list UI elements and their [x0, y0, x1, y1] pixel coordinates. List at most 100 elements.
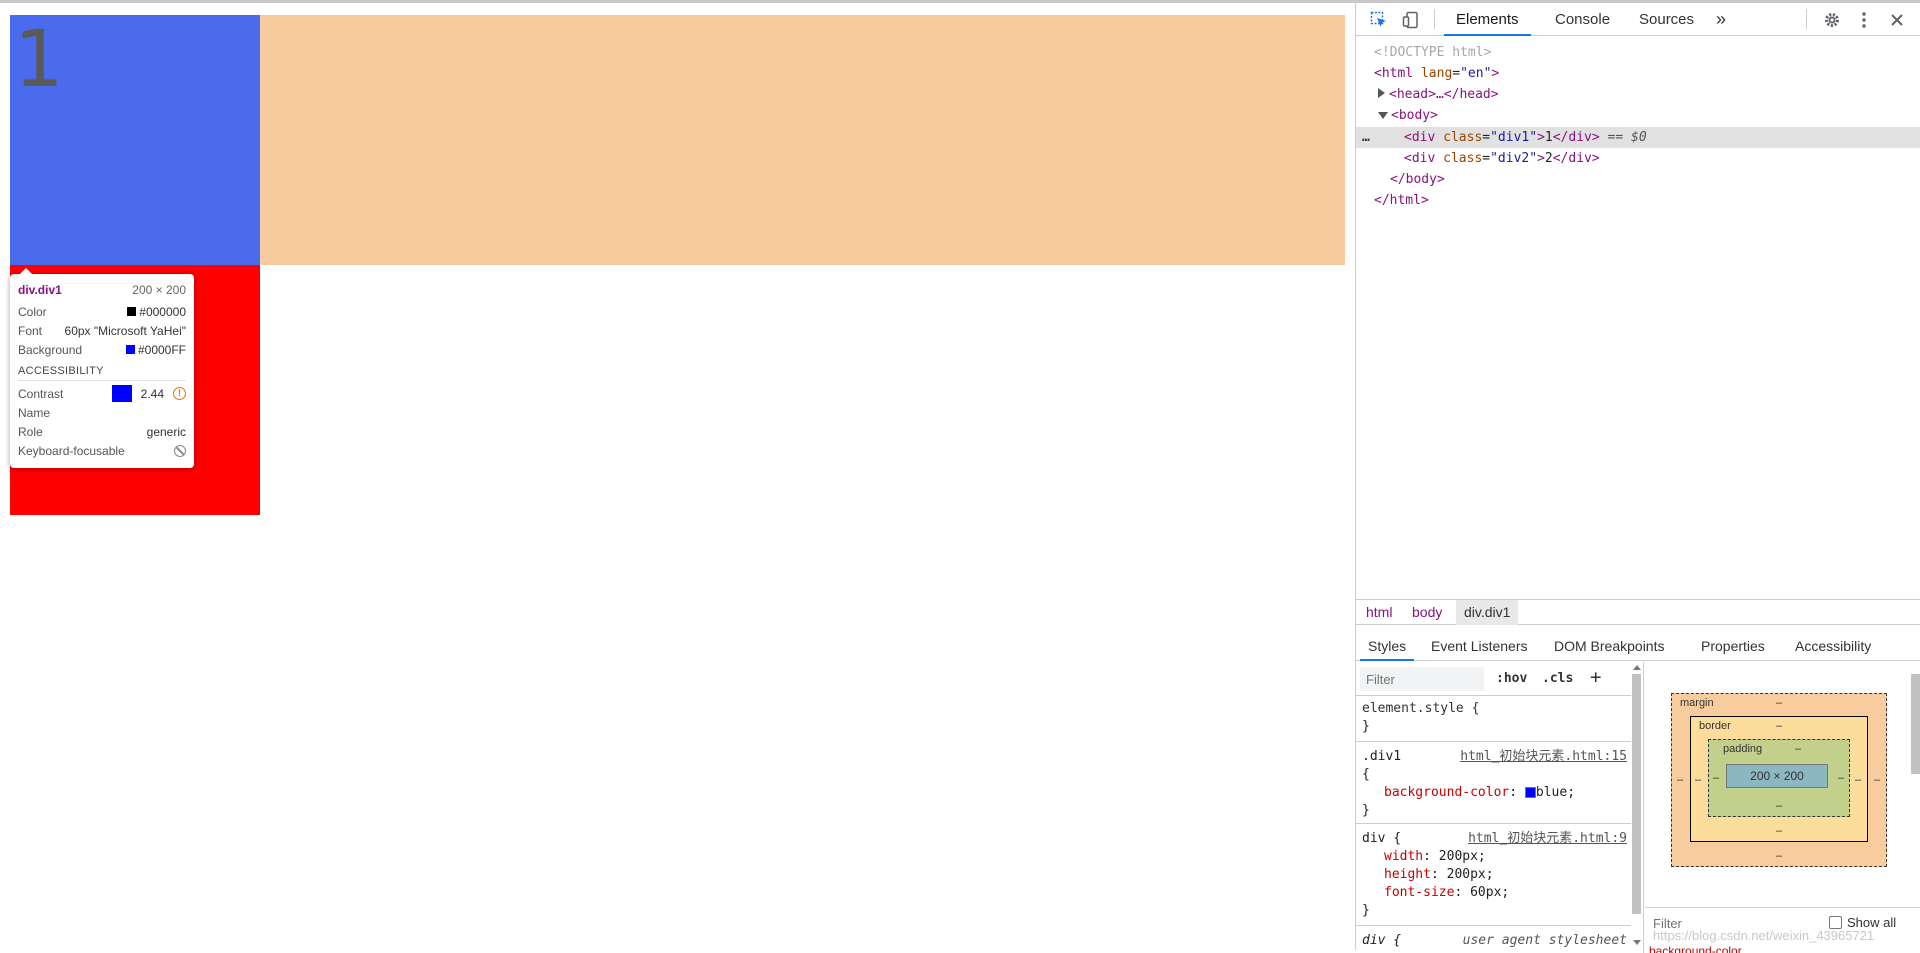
rule1-source-link[interactable]: html_初始块元素.html:15	[1460, 748, 1627, 766]
border-box[interactable]: border – – – – padding – – – – 200 × 200	[1690, 716, 1868, 842]
margin-top-value: –	[1776, 697, 1783, 709]
computed-background-color[interactable]: background-color	[1649, 944, 1742, 953]
element-style-selector: element.style {	[1362, 701, 1480, 716]
dom-body[interactable]: <body>	[1356, 105, 1920, 126]
margin-label: margin	[1680, 697, 1714, 709]
rule2-source-link[interactable]: html_初始块元素.html:9	[1468, 830, 1627, 848]
user-agent-rule[interactable]: div { user agent stylesheet	[1356, 928, 1631, 953]
inspect-element-icon[interactable]	[1368, 9, 1390, 31]
devtools-tabbar: Elements Console Sources »	[1356, 3, 1920, 36]
tab-dom-breakpoints[interactable]: DOM Breakpoints	[1546, 631, 1672, 661]
styles-scrollbar[interactable]	[1632, 674, 1641, 914]
rule1-prop-name[interactable]: background-color	[1384, 785, 1509, 800]
rule2-prop-row[interactable]: font-size: 60px;	[1362, 884, 1625, 902]
margin-box[interactable]: margin – – – – border – – – – padding – …	[1671, 693, 1887, 867]
rule1-open-brace: {	[1362, 767, 1370, 782]
tooltip-role-label: Role	[18, 424, 43, 439]
tooltip-role-value: generic	[146, 424, 186, 439]
dom-html-close[interactable]: </html>	[1356, 190, 1920, 211]
device-toolbar-icon[interactable]	[1400, 9, 1422, 31]
hov-button[interactable]: :hov	[1496, 671, 1527, 686]
border-left-value: –	[1695, 774, 1702, 786]
triangle-down-icon[interactable]	[1378, 112, 1388, 119]
kebab-menu-icon[interactable]	[1853, 9, 1875, 31]
div1-margin-highlight	[260, 15, 1345, 265]
div2-attr: class	[1443, 151, 1483, 166]
breadcrumb-html[interactable]: html	[1358, 600, 1400, 625]
dom-div2[interactable]: <div class="div2">2</div>	[1356, 148, 1920, 169]
padding-bottom-value: –	[1776, 800, 1783, 812]
div1-tag: <div	[1404, 130, 1436, 145]
rule3-source: user agent stylesheet	[1462, 933, 1627, 948]
breadcrumb-body[interactable]: body	[1404, 600, 1450, 625]
div2-attr-value: "div2"	[1490, 151, 1538, 166]
tooltip-title: div.div1	[18, 282, 62, 297]
breadcrumb: html body div.div1	[1356, 599, 1920, 625]
tab-event-listeners[interactable]: Event Listeners	[1423, 631, 1536, 661]
dom-doctype[interactable]: <!DOCTYPE html>	[1356, 42, 1920, 63]
body-close-tag: </body>	[1390, 172, 1445, 187]
div2-tag: <div	[1404, 151, 1436, 166]
rule1-close-brace: }	[1362, 803, 1370, 818]
watermark-text: https://blog.csdn.net/weixin_43965721	[1653, 928, 1875, 943]
tooltip-name-label: Name	[18, 405, 51, 420]
styles-filter-input[interactable]	[1360, 667, 1484, 691]
rule2-close-brace: }	[1362, 903, 1370, 918]
tabbar-separator	[1434, 9, 1435, 29]
tab-styles[interactable]: Styles	[1360, 631, 1415, 661]
scroll-down-icon[interactable]	[1633, 940, 1641, 945]
div1-attr-value: "div1"	[1490, 130, 1538, 145]
padding-right-value: –	[1838, 772, 1845, 784]
breadcrumb-div1[interactable]: div.div1	[1456, 600, 1519, 625]
tooltip-keyboard-label: Keyboard-focusable	[18, 443, 125, 458]
rule3-selector: div {	[1362, 933, 1402, 948]
margin-bottom-value: –	[1776, 850, 1783, 862]
rule2-prop-row[interactable]: width: 200px;	[1362, 848, 1625, 866]
div2-close-tag: </div>	[1552, 151, 1600, 166]
color-swatch-icon	[127, 307, 137, 316]
tooltip-background-label: Background	[18, 342, 83, 357]
box-model-scrollbar[interactable]	[1911, 674, 1920, 774]
dom-html[interactable]: <html lang="en">	[1356, 63, 1920, 84]
devtools-panel: Elements Console Sources » <!DOCTYPE htm…	[1355, 0, 1920, 953]
padding-label: padding	[1723, 743, 1763, 755]
border-right-value: –	[1855, 774, 1862, 786]
dom-head[interactable]: <head>…</head>	[1356, 84, 1920, 105]
rule2-prop-name: font-size	[1384, 885, 1455, 900]
tab-console[interactable]: Console	[1543, 3, 1622, 36]
margin-right-value: –	[1874, 774, 1881, 786]
padding-box[interactable]: padding – – – – 200 × 200	[1708, 739, 1850, 817]
tab-sources[interactable]: Sources	[1627, 3, 1706, 36]
tooltip-color-value: #000000	[139, 304, 186, 319]
rule1-selector: .div1	[1362, 749, 1402, 764]
gear-icon[interactable]	[1821, 9, 1843, 31]
div-type-rule[interactable]: div {html_初始块元素.html:9 width: 200px; hei…	[1356, 826, 1631, 926]
html-tag: <html	[1374, 66, 1414, 81]
more-tabs-icon[interactable]: »	[1704, 3, 1738, 36]
ellipsis-icon[interactable]: …	[1362, 127, 1370, 148]
scroll-up-icon[interactable]	[1633, 665, 1641, 670]
div1-class-rule[interactable]: .div1 html_初始块元素.html:15 { background-col…	[1356, 744, 1631, 824]
dom-body-close[interactable]: </body>	[1356, 169, 1920, 190]
tooltip-background-value: #0000FF	[137, 342, 186, 357]
content-box[interactable]: 200 × 200	[1726, 764, 1828, 788]
tab-accessibility[interactable]: Accessibility	[1787, 631, 1879, 661]
box-model-pane: margin – – – – border – – – – padding – …	[1645, 662, 1920, 953]
background-swatch-icon	[125, 345, 135, 354]
triangle-right-icon[interactable]	[1378, 88, 1385, 98]
close-icon[interactable]	[1886, 9, 1908, 31]
rule2-prop-row[interactable]: height: 200px;	[1362, 866, 1625, 884]
element-style-rule[interactable]: element.style { }	[1356, 696, 1631, 742]
rule1-prop-value[interactable]: blue;	[1536, 785, 1575, 800]
dom-div1-selected[interactable]: … <div class="div1">1</div> == $0	[1356, 127, 1920, 148]
cls-button[interactable]: .cls	[1542, 671, 1573, 686]
div1-highlight[interactable]: 1	[10, 15, 260, 265]
tab-properties[interactable]: Properties	[1693, 631, 1773, 661]
tab-elements[interactable]: Elements	[1444, 3, 1531, 36]
rule2-prop-value: 200px;	[1446, 867, 1494, 882]
dom-tree: <!DOCTYPE html> <html lang="en"> <head>……	[1356, 39, 1920, 599]
blue-swatch-icon[interactable]	[1524, 787, 1536, 798]
div1-text: 1	[14, 15, 64, 105]
new-rule-plus-icon[interactable]: +	[1590, 666, 1601, 688]
tooltip-contrast-value: 2.44	[140, 386, 164, 401]
